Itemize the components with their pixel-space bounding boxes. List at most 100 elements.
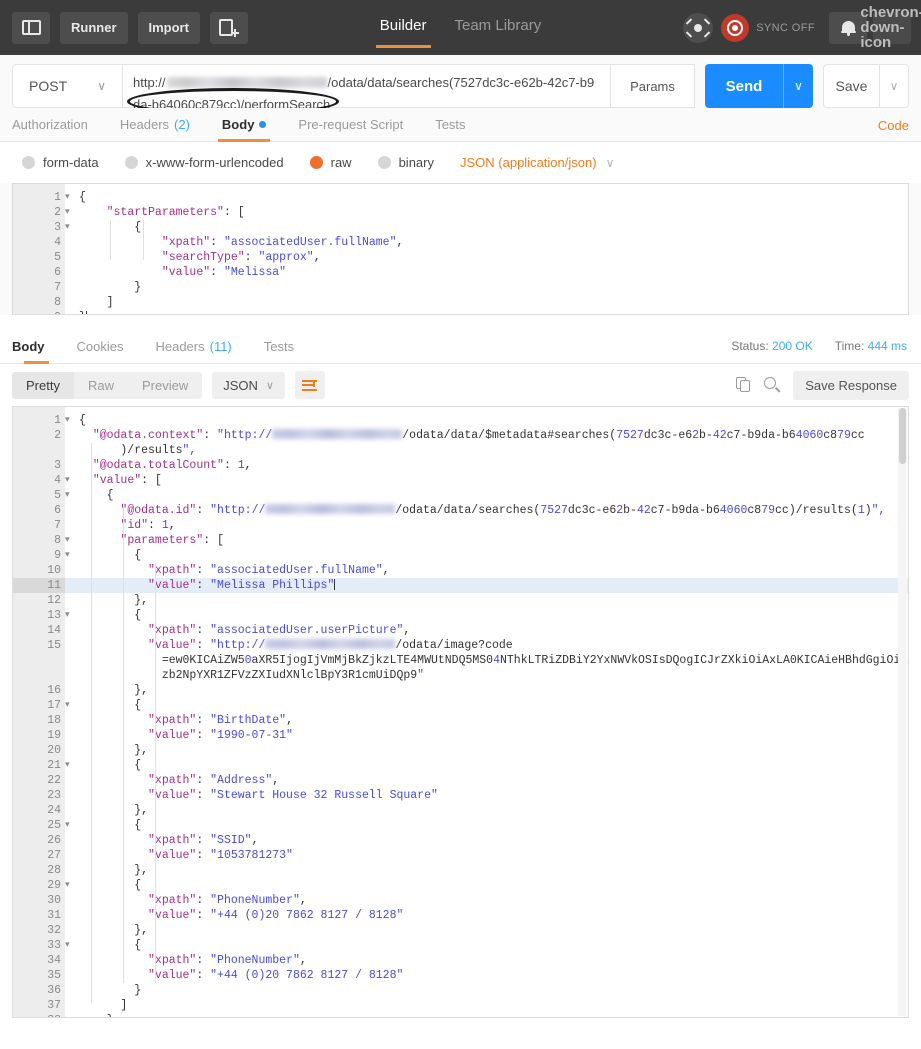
copy-icon[interactable]: [736, 377, 751, 393]
sync-status-label: SYNC OFF: [756, 21, 815, 34]
line-number: 9 ▾: [54, 549, 70, 562]
code-line: "parameters": [: [120, 534, 224, 547]
radio-icon-selected: [309, 156, 323, 169]
redacted-host: [265, 639, 396, 649]
code-line: "@odata.context": "http:///odata/data/$m…: [92, 429, 865, 442]
save-button[interactable]: Save: [823, 64, 879, 108]
response-format-value: JSON: [223, 377, 258, 393]
code-link[interactable]: Code: [878, 118, 909, 133]
request-tab-headers[interactable]: Headers (2): [104, 117, 206, 141]
save-options-button[interactable]: ∨: [879, 64, 909, 108]
status-label: Status:: [731, 339, 769, 353]
view-mode-raw[interactable]: Raw: [74, 372, 128, 399]
code-line: {: [79, 759, 142, 772]
code-line: "xpath": "associatedUser.userPicture",: [148, 624, 411, 637]
response-tab-body[interactable]: Body: [12, 339, 61, 364]
runner-button[interactable]: Runner: [60, 11, 128, 44]
bug-icon[interactable]: [683, 12, 714, 43]
request-tab-authorization[interactable]: Authorization: [12, 117, 104, 141]
send-options-button[interactable]: ∨: [783, 64, 813, 108]
body-type-label: raw: [330, 155, 352, 170]
time-label: Time:: [834, 339, 865, 353]
time-badge: Time: 444 ms: [835, 339, 907, 353]
new-tab-button[interactable]: [209, 11, 248, 44]
response-tab-label: Cookies: [76, 339, 124, 354]
line-number: [13, 653, 65, 668]
line-number: 2: [54, 429, 61, 442]
code-line: },: [79, 684, 149, 697]
tab-builder[interactable]: Builder: [366, 0, 441, 48]
content-type-select[interactable]: JSON (application/json) ∨: [460, 155, 614, 170]
body-type-raw[interactable]: raw: [309, 155, 352, 170]
search-icon[interactable]: [764, 377, 781, 393]
code-line: },: [79, 804, 149, 817]
line-number: 16: [47, 684, 61, 697]
line-number: 24: [47, 804, 61, 817]
request-tab-label: Tests: [435, 117, 466, 132]
request-body-editor[interactable]: 1▾ 2▾ 3▾ 4 5 6 7 89 { "startParameters": [ { "x…: [12, 183, 909, 315]
scrollbar-thumb[interactable]: [899, 408, 906, 464]
response-body-editor[interactable]: 1 ▾ 2 3 4 ▾ 5 ▾ 6 7 8 ▾ 9 ▾ 10 11 12 13 ▾ 14 15 16 17 ▾ 18 19 20 21…: [12, 406, 909, 1018]
response-tab-cookies[interactable]: Cookies: [61, 339, 140, 363]
line-number: 20: [47, 744, 61, 757]
code-line: "searchType": "approx",: [161, 251, 321, 264]
line-number: 2 ▾: [54, 206, 70, 219]
request-tab-label: Pre-request Script: [298, 117, 404, 132]
url-input[interactable]: http:///odata/data/searches(7527dc3c-e62…: [122, 64, 611, 115]
view-mode-pretty[interactable]: Pretty: [12, 371, 74, 399]
response-editor-code[interactable]: { "@odata.context": "http:///odata/data/…: [65, 407, 908, 1017]
line-number: 26: [47, 834, 61, 847]
code-line: "xpath": "Address",: [148, 774, 280, 787]
response-editor-scrollbar[interactable]: [898, 408, 907, 1016]
body-type-x-www-form-urlencoded[interactable]: x-www-form-urlencoded: [124, 155, 284, 170]
code-line: {: [79, 879, 142, 892]
request-tab-pre-request-script[interactable]: Pre-request Script: [282, 117, 419, 141]
code-line: },: [79, 594, 149, 607]
headers-count-badge: (2): [174, 117, 190, 132]
body-type-binary[interactable]: binary: [377, 155, 434, 170]
response-tab-headers[interactable]: Headers (11): [139, 339, 247, 363]
line-number: 5 ▾: [54, 489, 70, 502]
code-line: "@odata.id": "http:///odata/data/searche…: [120, 504, 886, 517]
line-number: 25 ▾: [47, 819, 70, 832]
new-tab-icon: [218, 18, 239, 37]
word-wrap-button[interactable]: [294, 371, 325, 399]
line-number: 4: [54, 236, 61, 249]
request-editor-gutter: 1▾ 2▾ 3▾ 4 5 6 7 89: [13, 184, 70, 314]
line-number: 34: [47, 954, 61, 967]
view-mode-preview[interactable]: Preview: [128, 372, 202, 399]
response-format-select[interactable]: JSON ∨: [212, 371, 285, 399]
line-number: 33 ▾: [47, 939, 70, 952]
code-line: "xpath": "PhoneNumber",: [148, 894, 307, 907]
sidebar-toggle-button[interactable]: [12, 11, 50, 44]
code-line: {: [79, 609, 142, 622]
params-button[interactable]: Params: [611, 64, 695, 108]
line-number: 4 ▾: [54, 474, 70, 487]
redacted-host: [166, 77, 327, 88]
import-button[interactable]: Import: [137, 11, 200, 44]
sync-status-button[interactable]: SYNC OFF: [721, 13, 815, 42]
save-response-button[interactable]: Save Response: [793, 370, 909, 400]
code-line: {: [79, 699, 142, 712]
view-mode-label: Preview: [141, 377, 189, 393]
request-editor-code[interactable]: { "startParameters": [ { "xpath": "assoc…: [65, 184, 908, 314]
line-number: 13 ▾: [47, 609, 70, 622]
status-badge: Status: 200 OK: [731, 339, 812, 353]
tab-team-library[interactable]: Team Library: [441, 0, 556, 48]
request-tab-body[interactable]: Body: [206, 117, 283, 142]
request-tab-tests[interactable]: Tests: [419, 117, 481, 141]
send-button[interactable]: Send: [705, 64, 783, 108]
line-number: 5: [54, 251, 61, 264]
response-tab-tests[interactable]: Tests: [248, 339, 310, 363]
chevron-down-icon: ∨: [97, 79, 106, 93]
chevron-down-icon: ∨: [794, 79, 803, 93]
request-pane: POST ∨ http:///odata/data/searches(7527d…: [0, 55, 921, 315]
account-menu-button[interactable]: chevron-down-icon: [860, 5, 921, 50]
code-line: },: [79, 864, 149, 877]
line-number: 30: [47, 894, 61, 907]
line-number: 35: [47, 969, 61, 982]
http-method-select[interactable]: POST ∨: [12, 64, 122, 108]
code-line: )/results",: [79, 444, 197, 457]
body-type-form-data[interactable]: form-data: [22, 155, 99, 170]
save-response-label: Save Response: [805, 377, 897, 393]
